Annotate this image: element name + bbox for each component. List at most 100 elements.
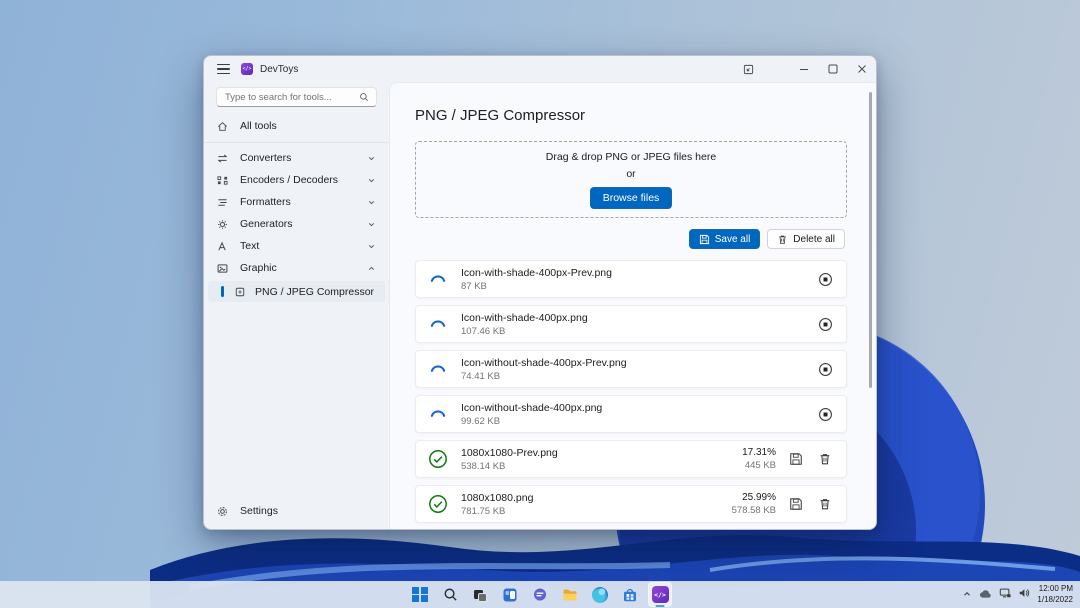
clock[interactable]: 12:00 PM 1/18/2022: [1037, 584, 1073, 605]
delete-all-label: Delete all: [793, 234, 835, 245]
sidebar-item-encoders-decoders[interactable]: Encoders / Decoders: [208, 169, 385, 191]
onedrive-icon[interactable]: [979, 586, 992, 604]
file-size: 99.62 KB: [461, 416, 602, 427]
hamburger-menu-icon[interactable]: [217, 64, 230, 74]
titlebar[interactable]: </> DevToys: [204, 56, 876, 82]
generators-icon: [217, 219, 229, 230]
network-icon[interactable]: [999, 586, 1011, 604]
devtoys-icon: </>: [652, 586, 669, 603]
delete-all-button[interactable]: Delete all: [767, 229, 845, 249]
task-view-icon: [472, 587, 488, 603]
sidebar-item-text[interactable]: Text: [208, 235, 385, 257]
sidebar-item-graphic[interactable]: Graphic: [208, 257, 385, 279]
cancel-compression-button[interactable]: [816, 405, 834, 423]
sidebar-item-converters[interactable]: Converters: [208, 147, 385, 169]
edge-button[interactable]: [588, 582, 612, 607]
search-icon[interactable]: [359, 92, 369, 102]
tray-chevron-up-icon[interactable]: [962, 586, 972, 604]
sidebar-item-settings[interactable]: Settings: [208, 500, 385, 522]
sidebar-item-formatters[interactable]: Formatters: [208, 191, 385, 213]
file-dropzone[interactable]: Drag & drop PNG or JPEG files here or Br…: [415, 141, 847, 218]
progress-spinner-icon: [428, 314, 448, 334]
tray-time: 12:00 PM: [1037, 584, 1073, 594]
chevron-down-icon: [367, 220, 376, 229]
window-title: DevToys: [260, 64, 298, 75]
delete-file-button[interactable]: [816, 495, 834, 513]
vertical-scrollbar[interactable]: [869, 92, 872, 388]
delete-file-button[interactable]: [816, 450, 834, 468]
dropzone-text: Drag & drop PNG or JPEG files here: [546, 151, 716, 163]
tool-search-box[interactable]: [216, 87, 377, 107]
file-explorer-icon: [562, 587, 578, 603]
progress-spinner-icon: [428, 269, 448, 289]
chevron-down-icon: [367, 176, 376, 185]
cancel-compression-button[interactable]: [816, 360, 834, 378]
new-file-size: 445 KB: [745, 460, 776, 471]
browse-files-button[interactable]: Browse files: [590, 187, 673, 209]
file-name: Icon-with-shade-400px.png: [461, 312, 588, 324]
chat-button[interactable]: [528, 582, 552, 607]
save-icon: [699, 234, 710, 245]
file-size: 74.41 KB: [461, 371, 627, 382]
store-icon: [622, 587, 638, 603]
success-check-icon: [428, 494, 448, 514]
chevron-down-icon: [367, 154, 376, 163]
tray-date: 1/18/2022: [1037, 595, 1073, 605]
windows-logo-icon: [412, 587, 427, 602]
search-input[interactable]: [217, 92, 359, 103]
widgets-button[interactable]: [498, 582, 522, 607]
gear-icon: [217, 506, 229, 517]
file-row: Icon-with-shade-400px-Prev.png 87 KB: [415, 260, 847, 298]
desktop: </> DevToys: [0, 0, 1080, 608]
search-icon: [443, 587, 458, 602]
home-icon: [217, 121, 229, 132]
devtoys-taskbar-button[interactable]: </>: [648, 582, 672, 607]
file-explorer-button[interactable]: [558, 582, 582, 607]
sidebar-item-all-tools[interactable]: All tools: [208, 115, 385, 137]
minimize-button[interactable]: [789, 56, 818, 82]
edge-icon: [592, 587, 608, 603]
trash-icon: [777, 234, 788, 245]
sidebar-item-label: Generators: [240, 218, 293, 230]
saving-percent: 25.99%: [742, 492, 776, 503]
converters-icon: [217, 153, 229, 164]
file-size: 87 KB: [461, 281, 612, 292]
save-file-button[interactable]: [787, 450, 805, 468]
compressor-icon: [235, 287, 246, 297]
task-view-button[interactable]: [468, 582, 492, 607]
compact-overlay-button[interactable]: [734, 56, 763, 82]
saving-percent: 17.31%: [742, 447, 776, 458]
save-file-button[interactable]: [787, 495, 805, 513]
close-button[interactable]: [847, 56, 876, 82]
sidebar-item-label: Settings: [240, 505, 278, 517]
chevron-down-icon: [367, 242, 376, 251]
store-button[interactable]: [618, 582, 642, 607]
file-name: Icon-without-shade-400px.png: [461, 402, 602, 414]
file-name: 1080x1080-Prev.png: [461, 447, 558, 459]
formatters-icon: [217, 197, 229, 208]
file-row: Icon-without-shade-400px.png 99.62 KB: [415, 395, 847, 433]
file-size: 538.14 KB: [461, 461, 558, 472]
sidebar-item-label: PNG / JPEG Compressor: [255, 286, 374, 298]
taskbar-search-button[interactable]: [438, 582, 462, 607]
progress-spinner-icon: [428, 404, 448, 424]
sidebar-item-generators[interactable]: Generators: [208, 213, 385, 235]
sidebar-item-label: Graphic: [240, 262, 277, 274]
file-name: Icon-with-shade-400px-Prev.png: [461, 267, 612, 279]
sidebar-divider: [204, 142, 389, 143]
cancel-compression-button[interactable]: [816, 270, 834, 288]
cancel-compression-button[interactable]: [816, 315, 834, 333]
file-row: Icon-with-shade-400px.png 107.46 KB: [415, 305, 847, 343]
graphic-tools-icon: [217, 263, 229, 274]
maximize-button[interactable]: [818, 56, 847, 82]
new-file-size: 578.58 KB: [732, 505, 776, 516]
sidebar-item-png-jpeg-compressor[interactable]: PNG / JPEG Compressor: [208, 281, 385, 302]
devtoys-window: </> DevToys: [203, 55, 877, 530]
progress-spinner-icon: [428, 359, 448, 379]
chat-icon: [532, 587, 548, 603]
volume-icon[interactable]: [1018, 586, 1030, 604]
chevron-up-icon: [367, 264, 376, 273]
file-row: 1080x1080-Prev.png 538.14 KB 17.31% 445 …: [415, 440, 847, 478]
start-button[interactable]: [408, 582, 432, 607]
save-all-button[interactable]: Save all: [689, 229, 761, 249]
